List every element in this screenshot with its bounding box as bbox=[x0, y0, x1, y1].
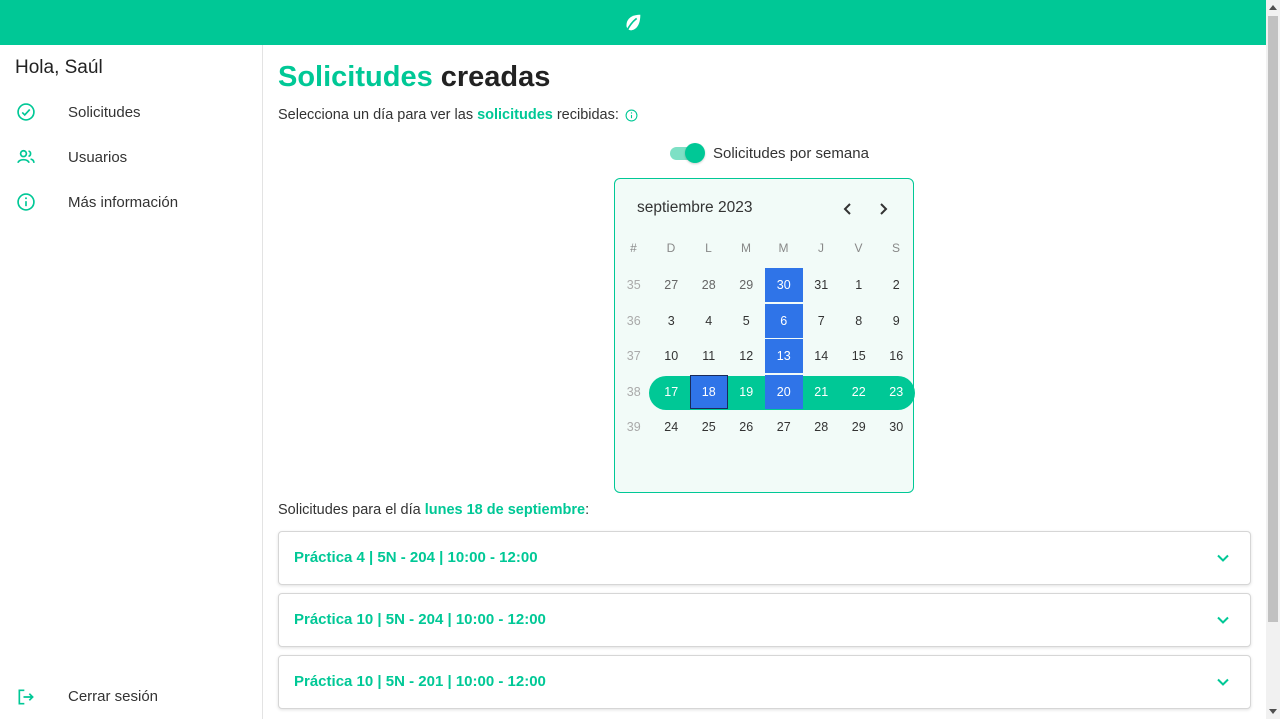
week-toggle-row: Solicitudes por semana bbox=[669, 142, 869, 164]
week-number: 39 bbox=[626, 420, 641, 434]
users-icon bbox=[17, 149, 35, 164]
chevron-down-icon[interactable] bbox=[1216, 613, 1230, 627]
sidebar-item-solicitudes[interactable]: Solicitudes bbox=[0, 92, 262, 132]
calendar-day[interactable]: 29 bbox=[728, 268, 766, 302]
request-title: Práctica 10 | 5N - 201 | 10:00 - 12:00 bbox=[294, 673, 546, 690]
sidebar-item-label: Más información bbox=[68, 193, 179, 211]
greeting: Hola, Saúl bbox=[15, 57, 103, 78]
calendar-day[interactable]: 19 bbox=[728, 375, 766, 409]
sidebar-item-label: Usuarios bbox=[68, 148, 128, 166]
scroll-down-arrow[interactable] bbox=[1269, 709, 1277, 714]
week-toggle-label: Solicitudes por semana bbox=[713, 144, 869, 162]
calendar-day[interactable]: 15 bbox=[840, 339, 878, 373]
chevron-down-icon[interactable] bbox=[1216, 675, 1230, 689]
week-number: 38 bbox=[626, 385, 641, 399]
request-title: Práctica 4 | 5N - 204 | 10:00 - 12:00 bbox=[294, 549, 538, 566]
week-number: 35 bbox=[626, 278, 641, 292]
weekday-header: V bbox=[854, 241, 863, 255]
sidebar-item-label: Solicitudes bbox=[68, 103, 141, 121]
logout-label: Cerrar sesión bbox=[68, 688, 159, 705]
sidebar: Hola, Saúl Solicitudes Usuarios Más info… bbox=[0, 45, 263, 719]
page-title-rest: creadas bbox=[440, 61, 551, 93]
calendar-day[interactable]: 3 bbox=[653, 304, 691, 338]
calendar-day[interactable]: 17 bbox=[653, 375, 691, 409]
calendar-day[interactable]: 31 bbox=[803, 268, 841, 302]
day-label-pre: Solicitudes para el día bbox=[278, 502, 421, 518]
weekday-header: # bbox=[630, 241, 637, 255]
day-label-accent: lunes 18 de septiembre bbox=[424, 502, 586, 518]
calendar-day[interactable]: 28 bbox=[690, 268, 728, 302]
page-title-accent: Solicitudes bbox=[278, 61, 433, 93]
weekday-header: L bbox=[705, 241, 712, 255]
calendar-day[interactable]: 21 bbox=[803, 375, 841, 409]
info-icon[interactable] bbox=[625, 109, 638, 122]
check-circle-icon bbox=[17, 103, 35, 121]
calendar-day[interactable]: 27 bbox=[653, 268, 691, 302]
calendar-day[interactable]: 13 bbox=[765, 339, 803, 373]
calendar-month-label[interactable]: septiembre 2023 bbox=[637, 199, 752, 217]
calendar-day[interactable]: 24 bbox=[653, 410, 691, 444]
leaf-icon bbox=[625, 14, 641, 32]
calendar-day[interactable]: 9 bbox=[878, 304, 916, 338]
calendar-day-selected[interactable]: 18 bbox=[690, 375, 728, 409]
logout-icon bbox=[18, 689, 34, 705]
sidebar-item-mas-informacion[interactable]: Más información bbox=[0, 182, 262, 222]
calendar-day[interactable]: 6 bbox=[765, 304, 803, 338]
calendar-day[interactable]: 2 bbox=[878, 268, 916, 302]
day-requests-label: Solicitudes para el día lunes 18 de sept… bbox=[278, 502, 589, 518]
calendar: septiembre 2023 # D L M M J V S 35 27 28 29 30 31 1 2 36… bbox=[614, 178, 916, 493]
toggle-knob bbox=[685, 143, 705, 163]
calendar-day[interactable]: 29 bbox=[840, 410, 878, 444]
request-panel[interactable]: Práctica 4 | 5N - 204 | 10:00 - 12:00 bbox=[278, 531, 1251, 585]
calendar-day[interactable]: 20 bbox=[765, 375, 803, 409]
calendar-day[interactable]: 22 bbox=[840, 375, 878, 409]
calendar-day[interactable]: 8 bbox=[840, 304, 878, 338]
calendar-day[interactable]: 26 bbox=[728, 410, 766, 444]
calendar-day[interactable]: 5 bbox=[728, 304, 766, 338]
calendar-day[interactable]: 4 bbox=[690, 304, 728, 338]
week-number: 36 bbox=[626, 314, 641, 328]
weekday-header: D bbox=[666, 241, 676, 255]
weekday-header: S bbox=[891, 241, 900, 255]
scrollbar[interactable] bbox=[1266, 0, 1280, 719]
weekday-header: M bbox=[741, 241, 751, 255]
sidebar-item-usuarios[interactable]: Usuarios bbox=[0, 137, 262, 177]
calendar-day[interactable]: 10 bbox=[653, 339, 691, 373]
weekday-header: M bbox=[778, 241, 789, 255]
calendar-day[interactable]: 14 bbox=[803, 339, 841, 373]
calendar-day[interactable]: 30 bbox=[878, 410, 916, 444]
subtitle-accent: solicitudes bbox=[477, 107, 553, 123]
weekday-header: J bbox=[818, 241, 824, 255]
top-bar bbox=[0, 0, 1266, 45]
calendar-day[interactable]: 27 bbox=[765, 410, 803, 444]
week-number: 37 bbox=[626, 349, 641, 363]
day-label-post: : bbox=[585, 502, 590, 518]
subtitle-pre: Selecciona un día para ver las bbox=[278, 107, 474, 123]
scrollbar-thumb[interactable] bbox=[1268, 16, 1278, 622]
calendar-day[interactable]: 28 bbox=[803, 410, 841, 444]
request-panel[interactable]: Práctica 10 | 5N - 201 | 10:00 - 12:00 bbox=[278, 655, 1251, 709]
page-subtitle: Selecciona un día para ver las solicitud… bbox=[278, 107, 638, 123]
scroll-up-arrow[interactable] bbox=[1269, 5, 1277, 10]
request-title: Práctica 10 | 5N - 204 | 10:00 - 12:00 bbox=[294, 611, 546, 628]
page-title: Solicitudes creadas bbox=[278, 61, 550, 94]
subtitle-post: recibidas: bbox=[556, 107, 619, 123]
info-icon bbox=[17, 193, 35, 211]
calendar-day[interactable]: 1 bbox=[840, 268, 878, 302]
calendar-day[interactable]: 7 bbox=[803, 304, 841, 338]
chevron-left-icon[interactable] bbox=[839, 199, 855, 219]
calendar-day[interactable]: 11 bbox=[690, 339, 728, 373]
logout-button[interactable]: Cerrar sesión bbox=[0, 677, 262, 717]
week-toggle[interactable] bbox=[669, 142, 705, 164]
request-panel[interactable]: Práctica 10 | 5N - 204 | 10:00 - 12:00 bbox=[278, 593, 1251, 647]
calendar-day[interactable]: 30 bbox=[765, 268, 803, 302]
calendar-day[interactable]: 16 bbox=[878, 339, 916, 373]
chevron-right-icon[interactable] bbox=[876, 199, 892, 219]
chevron-down-icon[interactable] bbox=[1216, 551, 1230, 565]
calendar-day[interactable]: 25 bbox=[690, 410, 728, 444]
calendar-day[interactable]: 12 bbox=[728, 339, 766, 373]
calendar-day[interactable]: 23 bbox=[878, 375, 916, 409]
